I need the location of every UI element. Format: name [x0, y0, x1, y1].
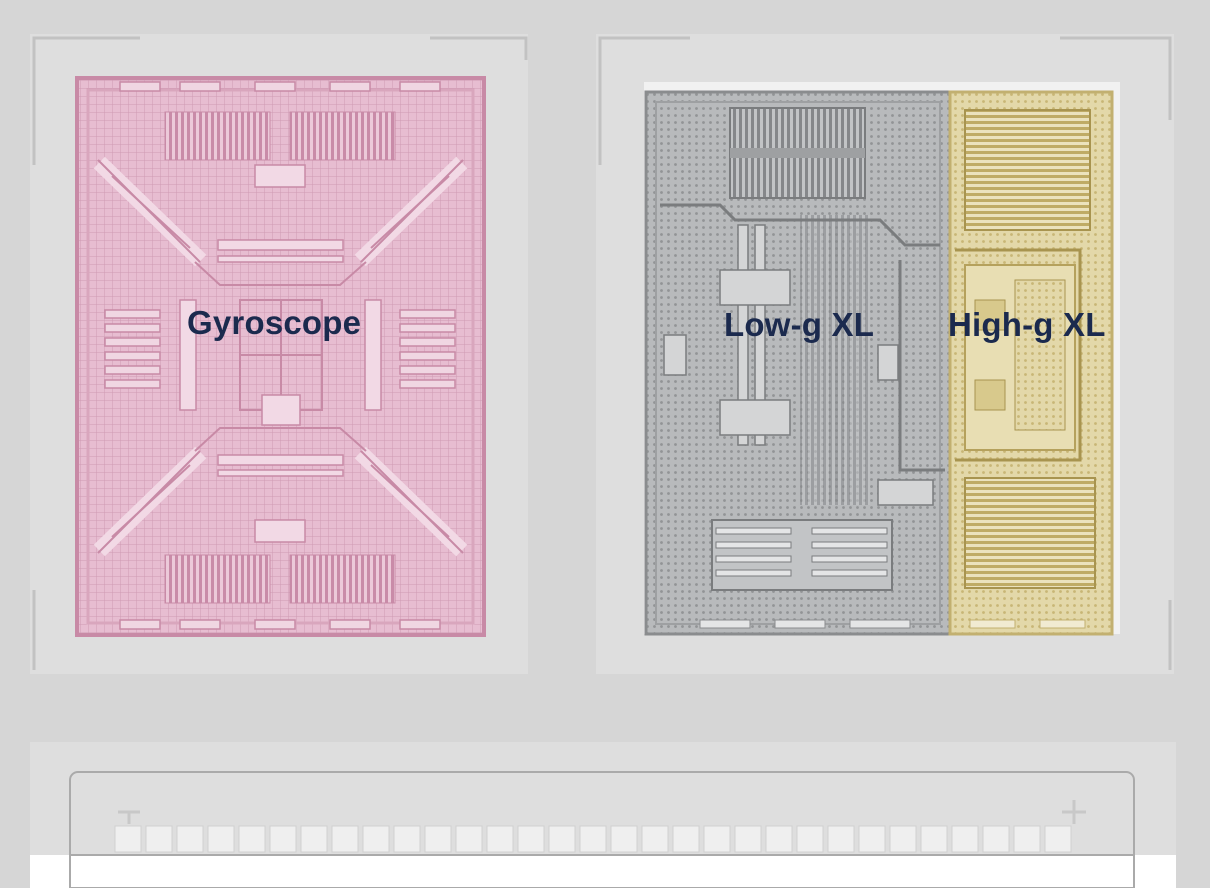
- high-g-xl-label: High-g XL: [948, 306, 1106, 343]
- gyroscope-label: Gyroscope: [187, 304, 362, 341]
- chip-layout-diagram: [30, 36, 1176, 888]
- gyroscope-block: [75, 76, 486, 637]
- asic-pad-row: [30, 771, 1176, 888]
- high-g-accelerometer-block: [948, 90, 1114, 636]
- low-g-xl-label: Low-g XL: [724, 306, 875, 343]
